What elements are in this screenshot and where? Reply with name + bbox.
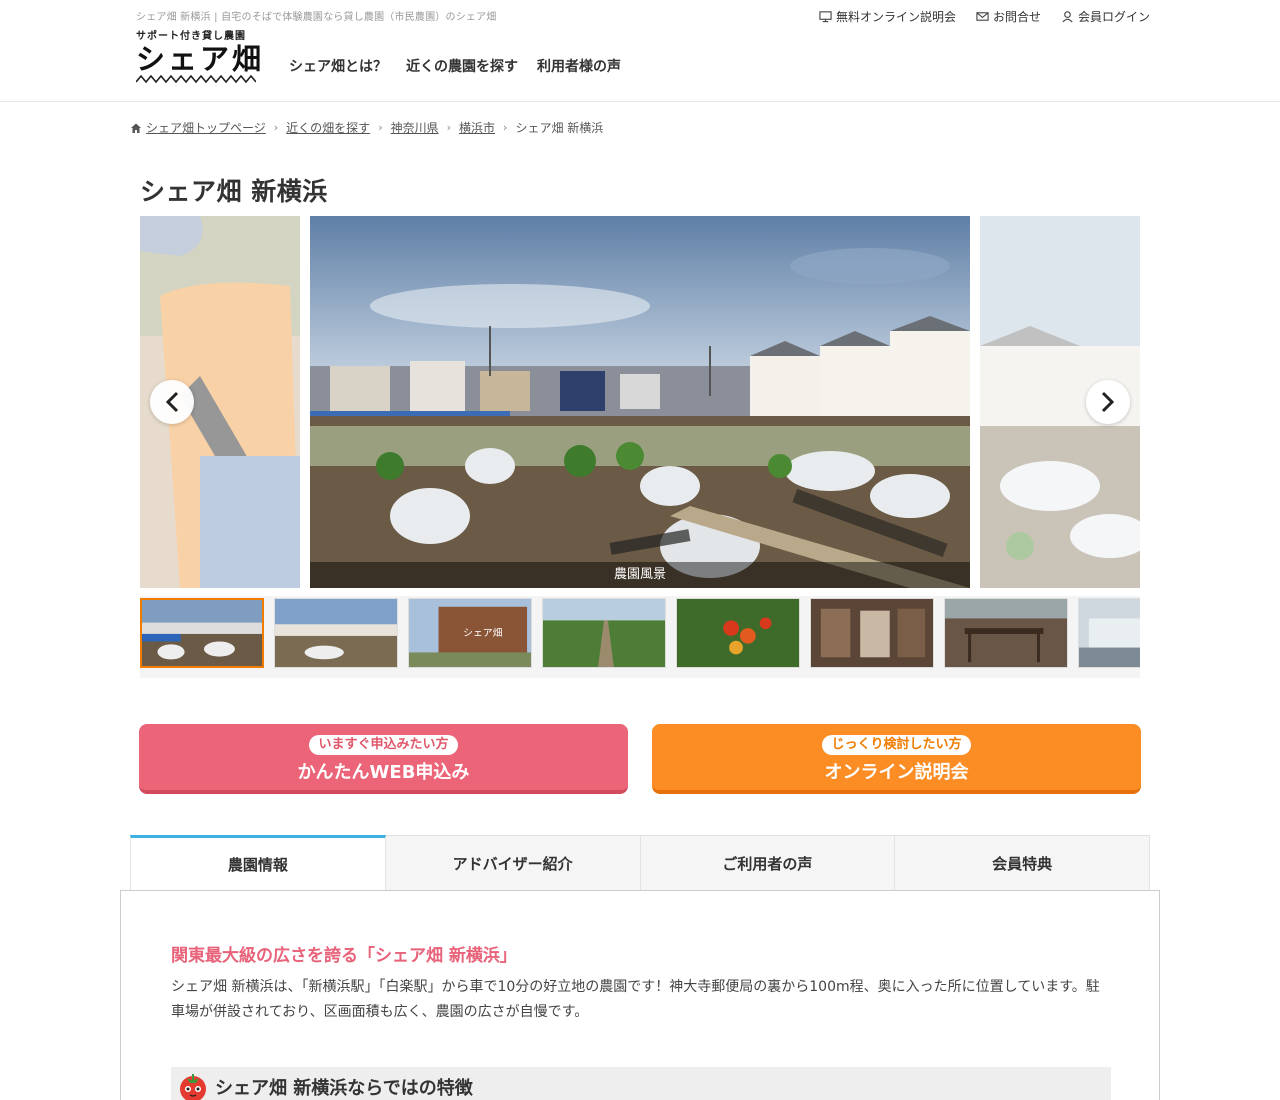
nav-about[interactable]: シェア畑とは？ <box>289 56 387 76</box>
site-header: シェア畑 新横浜 | 自宅のそばで体験農園なら貸し農園（市民農園）のシェア畑 サ… <box>0 0 1280 102</box>
tomato-icon <box>180 1074 206 1100</box>
site-logo[interactable]: サポート付き貸し農園 シェア畑 <box>136 27 265 89</box>
tab-advisor[interactable]: アドバイザー紹介 <box>385 835 641 891</box>
slider-prev-button[interactable] <box>150 380 194 424</box>
monitor-icon <box>819 11 832 23</box>
thumbnail-7[interactable] <box>944 598 1068 668</box>
photo-slider: 農園風景 <box>140 216 1140 588</box>
thumbnail-1[interactable] <box>140 598 264 668</box>
thumbnail-4[interactable] <box>542 598 666 668</box>
util-login-label: 会員ログイン <box>1077 10 1150 24</box>
home-icon <box>131 123 141 133</box>
thumbnail-3[interactable]: シェア畑 <box>408 598 532 668</box>
online-briefing-label: オンライン説明会 <box>824 762 969 783</box>
util-online-briefing[interactable]: 無料オンライン説明会 <box>819 8 956 25</box>
farm-landscape-photo <box>310 216 970 588</box>
breadcrumb: シェア畑トップページ › 近くの畑を探す › 神奈川県 › 横浜市 › シェア畑… <box>130 119 603 136</box>
thumbnail-2[interactable] <box>274 598 398 668</box>
breadcrumb-find[interactable]: 近くの畑を探す <box>286 119 370 136</box>
svg-text:シェア畑: シェア畑 <box>463 626 503 639</box>
breadcrumb-city[interactable]: 横浜市 <box>459 119 495 136</box>
online-briefing-pill: じっくり検討したい方 <box>822 735 971 755</box>
global-nav: シェア畑とは？ 近くの農園を探す 利用者様の声 <box>289 56 621 76</box>
logo-wave-icon <box>136 75 256 83</box>
farm-info-heading: 関東最大級の広さを誇る「シェア畑 新横浜」 <box>171 946 517 966</box>
breadcrumb-top[interactable]: シェア畑トップページ <box>146 119 266 136</box>
chevron-right-icon: › <box>273 121 279 134</box>
tab-reviews[interactable]: ご利用者の声 <box>640 835 896 891</box>
online-briefing-button[interactable]: じっくり検討したい方 オンライン説明会 <box>652 724 1141 794</box>
thumbnail-6[interactable] <box>810 598 934 668</box>
utility-nav: 無料オンライン説明会 お問合せ 会員ログイン <box>819 8 1150 25</box>
slide-caption: 農園風景 <box>310 562 970 588</box>
breadcrumb-prefecture[interactable]: 神奈川県 <box>391 119 439 136</box>
farm-info-body: シェア畑 新横浜は、「新横浜駅」「白楽駅」から車で10分の好立地の農園です！神大… <box>171 979 1100 1020</box>
thumbnail-strip: シェア畑 <box>140 596 1140 678</box>
info-tabs: 農園情報 アドバイザー紹介 ご利用者の声 会員特典 <box>130 835 1150 891</box>
feature-section-title: シェア畑 新横浜ならではの特徴 <box>215 1078 473 1099</box>
logo-subtitle: サポート付き貸し農園 <box>136 31 246 42</box>
logo-title: シェア畑 <box>136 42 265 76</box>
thumbnail-5[interactable] <box>676 598 800 668</box>
feature-section-header: シェア畑 新横浜ならではの特徴 <box>171 1067 1111 1100</box>
web-apply-label: かんたんWEB申込み <box>297 762 470 783</box>
nav-testimonials[interactable]: 利用者様の声 <box>537 56 621 76</box>
nav-find-farm[interactable]: 近くの農園を探す <box>406 56 518 76</box>
util-contact[interactable]: お問合せ <box>976 8 1041 25</box>
farm-info-panel: 関東最大級の広さを誇る「シェア畑 新横浜」 シェア畑 新横浜は、「新横浜駅」「白… <box>120 890 1160 1100</box>
site-tagline: シェア畑 新横浜 | 自宅のそばで体験農園なら貸し農園（市民農園）のシェア畑 <box>136 12 497 23</box>
chevron-left-icon <box>165 391 179 413</box>
util-login[interactable]: 会員ログイン <box>1061 8 1150 25</box>
page-title: シェア畑 新横浜 <box>140 177 328 206</box>
chevron-right-icon: › <box>446 121 452 134</box>
web-apply-button[interactable]: いますぐ申込みたい方 かんたんWEB申込み <box>139 724 628 794</box>
tab-member-benefits[interactable]: 会員特典 <box>895 835 1150 891</box>
web-apply-pill: いますぐ申込みたい方 <box>309 735 458 755</box>
breadcrumb-current: シェア畑 新横浜 <box>515 121 604 135</box>
user-icon <box>1062 11 1073 23</box>
util-online-briefing-label: 無料オンライン説明会 <box>835 10 956 24</box>
slide-main-photo[interactable]: 農園風景 <box>310 216 970 588</box>
chevron-right-icon: › <box>378 121 383 134</box>
tab-farm-info[interactable]: 農園情報 <box>130 835 386 891</box>
mail-icon <box>976 12 989 21</box>
slider-next-button[interactable] <box>1086 380 1130 424</box>
thumbnail-8[interactable] <box>1078 598 1140 668</box>
util-contact-label: お問合せ <box>992 10 1041 24</box>
chevron-right-icon <box>1101 391 1115 413</box>
chevron-right-icon: › <box>503 121 508 134</box>
